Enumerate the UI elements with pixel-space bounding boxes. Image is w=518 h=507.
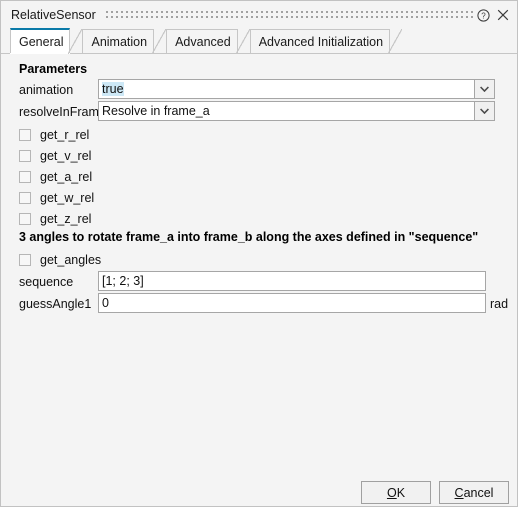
- checkbox-box-icon[interactable]: [19, 192, 31, 204]
- resolve-in-frame-combobox-input[interactable]: Resolve in frame_a: [98, 101, 475, 121]
- drag-grip-dots[interactable]: [105, 11, 474, 20]
- guess-angle1-value: 0: [102, 296, 109, 310]
- checkbox-get-r-rel-label: get_r_rel: [40, 128, 90, 142]
- animation-value: true: [102, 82, 124, 96]
- checkbox-get-a-rel[interactable]: get_a_rel: [19, 169, 92, 185]
- tab-animation-label: Animation: [91, 34, 148, 49]
- cancel-mnemonic: C: [454, 485, 464, 500]
- animation-combobox-input[interactable]: true: [98, 79, 475, 99]
- close-icon[interactable]: [493, 5, 513, 25]
- checkbox-get-w-rel-label: get_w_rel: [40, 191, 95, 205]
- checkbox-get-r-rel[interactable]: get_r_rel: [19, 127, 89, 143]
- tab-general[interactable]: General: [10, 28, 84, 54]
- svg-text:?: ?: [481, 11, 486, 20]
- tab-animation[interactable]: Animation: [82, 29, 166, 54]
- checkbox-get-v-rel-label: get_v_rel: [40, 149, 92, 163]
- resolve-in-frame-value: Resolve in frame_a: [102, 104, 210, 118]
- resolve-in-frame-label: resolveInFrame: [19, 105, 106, 119]
- checkbox-box-icon[interactable]: [19, 129, 31, 141]
- checkbox-get-z-rel[interactable]: get_z_rel: [19, 211, 91, 227]
- cancel-button[interactable]: Cancel: [439, 481, 509, 504]
- resolve-in-frame-dropdown-button[interactable]: [475, 101, 495, 121]
- sequence-input[interactable]: [1; 2; 3]: [98, 271, 486, 291]
- relative-sensor-dialog: RelativeSensor ? General Animation Advan…: [0, 0, 518, 507]
- tab-advanced-label: Advanced: [175, 34, 231, 49]
- checkbox-get-a-rel-label: get_a_rel: [40, 170, 93, 184]
- cancel-button-label: Cancel: [455, 486, 494, 500]
- animation-label: animation: [19, 83, 74, 97]
- title-bar: RelativeSensor ?: [1, 1, 517, 29]
- chevron-down-icon: [480, 86, 489, 92]
- tab-advanced-initialization-label: Advanced Initialization: [258, 34, 384, 49]
- checkbox-get-w-rel[interactable]: get_w_rel: [19, 190, 94, 206]
- window-title: RelativeSensor: [11, 8, 96, 22]
- checkbox-get-z-rel-label: get_z_rel: [40, 212, 92, 226]
- ok-button-label: OK: [387, 486, 405, 500]
- tab-strip: General Animation Advanced Advanced Init…: [1, 28, 517, 54]
- help-circle-icon[interactable]: ?: [473, 5, 493, 25]
- ok-mnemonic: O: [386, 485, 397, 500]
- checkbox-get-v-rel[interactable]: get_v_rel: [19, 148, 91, 164]
- chevron-down-icon: [480, 108, 489, 114]
- general-tab-panel: Parameters animation true resolveInFrame…: [2, 54, 517, 506]
- parameters-heading: Parameters: [19, 62, 88, 76]
- angles-heading: 3 angles to rotate frame_a into frame_b …: [19, 230, 479, 244]
- checkbox-box-icon[interactable]: [19, 254, 31, 266]
- guess-angle1-unit: rad: [490, 297, 509, 311]
- sequence-value: [1; 2; 3]: [102, 274, 144, 288]
- cancel-rest: ancel: [463, 485, 494, 500]
- checkbox-box-icon[interactable]: [19, 213, 31, 225]
- sequence-label: sequence: [19, 275, 74, 289]
- tab-general-label: General: [19, 34, 64, 49]
- tab-advanced[interactable]: Advanced: [166, 29, 250, 54]
- ok-button[interactable]: OK: [361, 481, 431, 504]
- tab-advanced-initialization[interactable]: Advanced Initialization: [249, 29, 403, 54]
- checkbox-box-icon[interactable]: [19, 150, 31, 162]
- checkbox-get-angles[interactable]: get_angles: [19, 252, 101, 268]
- checkbox-get-angles-label: get_angles: [40, 253, 102, 267]
- guess-angle1-label: guessAngle1: [19, 297, 92, 311]
- ok-rest: K: [396, 485, 406, 500]
- checkbox-box-icon[interactable]: [19, 171, 31, 183]
- animation-dropdown-button[interactable]: [475, 79, 495, 99]
- guess-angle1-input[interactable]: 0: [98, 293, 486, 313]
